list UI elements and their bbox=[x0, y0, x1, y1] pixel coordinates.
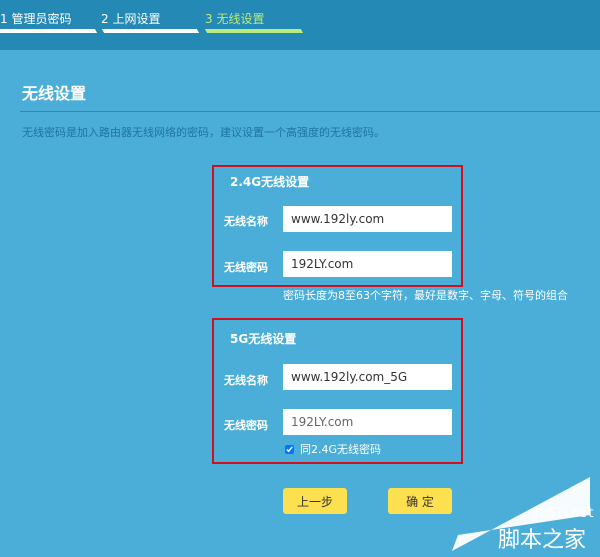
password-hint: 密码长度为8至63个字符，最好是数字、字母、符号的组合 bbox=[283, 289, 568, 302]
steps-header: 1 管理员密码 2 上网设置 3 无线设置 bbox=[0, 0, 600, 50]
ssid-label: 无线名称 bbox=[224, 374, 268, 387]
band-5g-section: 5G无线设置 无线名称 无线密码 同2.4G无线密码 bbox=[212, 318, 463, 464]
page-title: 无线设置 bbox=[22, 84, 87, 103]
same-password-label: 同2.4G无线密码 bbox=[300, 443, 382, 456]
back-button[interactable]: 上一步 bbox=[283, 488, 347, 514]
section-title: 5G无线设置 bbox=[230, 332, 297, 346]
section-title: 2.4G无线设置 bbox=[230, 175, 310, 189]
watermark-site: jb51.net bbox=[532, 506, 595, 521]
ssid-5g-input[interactable] bbox=[283, 364, 452, 390]
step-progress-3 bbox=[204, 29, 304, 33]
same-password-option[interactable]: 同2.4G无线密码 bbox=[283, 441, 381, 457]
ssid-24g-input[interactable] bbox=[283, 206, 452, 232]
step-wireless-settings: 3 无线设置 bbox=[205, 12, 265, 26]
watermark-name: 脚本之家 bbox=[498, 528, 587, 553]
step-internet-settings: 2 上网设置 bbox=[101, 12, 161, 26]
password-24g-input[interactable] bbox=[283, 251, 452, 277]
password-label: 无线密码 bbox=[224, 261, 268, 274]
step-progress-2 bbox=[101, 29, 200, 33]
password-5g-input[interactable] bbox=[283, 409, 452, 435]
confirm-button[interactable]: 确 定 bbox=[388, 488, 452, 514]
page-description: 无线密码是加入路由器无线网络的密码，建议设置一个高强度的无线密码。 bbox=[22, 126, 385, 139]
ssid-label: 无线名称 bbox=[224, 215, 268, 228]
step-progress-1 bbox=[0, 29, 98, 33]
band-24g-section: 2.4G无线设置 无线名称 无线密码 bbox=[212, 165, 463, 287]
same-password-checkbox[interactable] bbox=[285, 444, 294, 454]
password-label: 无线密码 bbox=[224, 419, 268, 432]
divider bbox=[20, 111, 600, 112]
step-admin-password: 1 管理员密码 bbox=[0, 12, 72, 26]
